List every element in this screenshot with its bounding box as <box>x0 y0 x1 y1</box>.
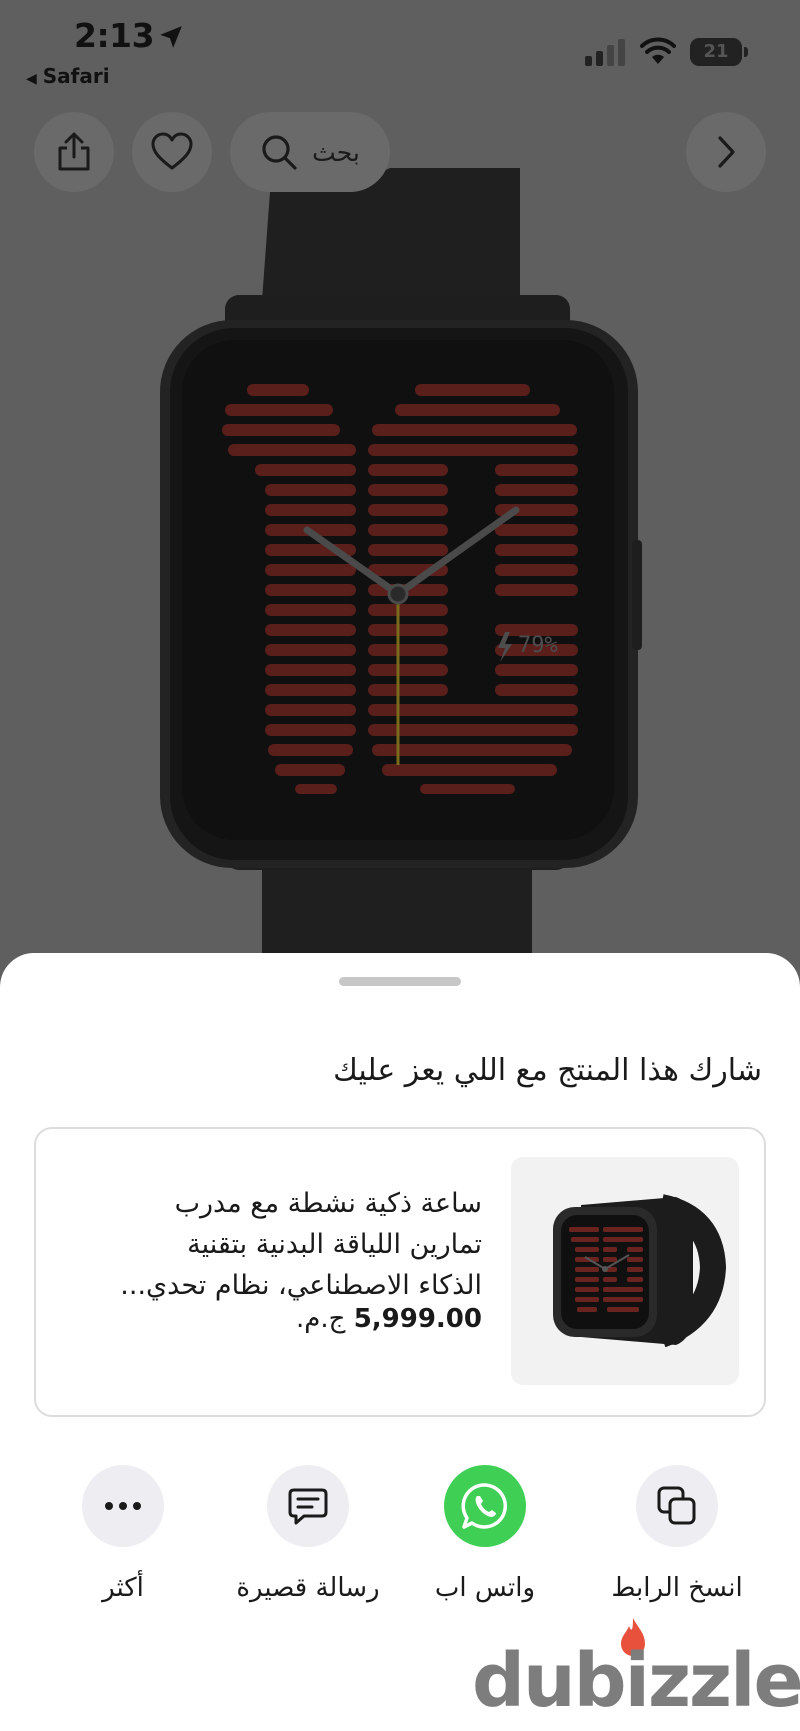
share-option-sms[interactable]: رسالة قصيرة <box>213 1465 403 1603</box>
product-card[interactable]: ساعة ذكية نشطة مع مدرب تمارين اللياقة ال… <box>34 1127 766 1417</box>
favorite-button[interactable] <box>132 112 212 192</box>
share-option-copy-link[interactable]: انسخ الرابط <box>582 1465 772 1603</box>
share-option-more[interactable]: أكثر <box>28 1465 218 1603</box>
product-title-line: تمارين اللياقة البدنية بتقنية <box>187 1229 482 1260</box>
sheet-grabber[interactable] <box>339 977 461 986</box>
share-options: انسخ الرابط واتس اب رسالة قصيرة أكثر <box>0 1465 800 1625</box>
product-title: ساعة ذكية نشطة مع مدرب تمارين اللياقة ال… <box>82 1183 482 1306</box>
dubizzle-watermark: dubizzle <box>472 1616 800 1726</box>
chevron-right-icon <box>718 136 735 168</box>
share-option-whatsapp[interactable]: واتس اب <box>390 1465 580 1603</box>
product-thumbnail <box>511 1157 739 1385</box>
share-option-label: رسالة قصيرة <box>236 1573 380 1603</box>
product-title-line: الذكاء الاصطناعي، نظام تحدي... <box>120 1270 482 1301</box>
share-option-label: أكثر <box>102 1573 144 1603</box>
watch-thumbnail-image <box>553 1194 727 1348</box>
message-icon <box>267 1465 349 1547</box>
heart-icon <box>151 132 193 170</box>
copy-icon <box>636 1465 718 1547</box>
product-image[interactable]: 79% <box>0 0 800 960</box>
product-price: 5,999.00 ج.م. <box>296 1304 482 1334</box>
watermark-text: dubizzle <box>472 1638 800 1724</box>
share-icon <box>58 132 90 171</box>
sheet-title: شارك هذا المنتج مع اللي يعز عليك <box>333 1053 762 1088</box>
share-sheet: شارك هذا المنتج مع اللي يعز عليك ساعة ذك… <box>0 953 800 1731</box>
price-value: 5,999.00 <box>353 1304 482 1334</box>
share-option-label: انسخ الرابط <box>611 1573 743 1603</box>
search-button[interactable]: بحث <box>230 112 390 192</box>
price-currency: ج.م. <box>296 1304 346 1334</box>
product-title-line: ساعة ذكية نشطة مع مدرب <box>174 1188 482 1219</box>
share-button[interactable] <box>34 112 114 192</box>
forward-button[interactable] <box>686 112 766 192</box>
more-icon <box>82 1465 164 1547</box>
whatsapp-icon <box>444 1465 526 1547</box>
search-icon <box>262 135 297 170</box>
watch-battery-text: 79% <box>518 633 558 658</box>
share-option-label: واتس اب <box>434 1573 536 1603</box>
search-label: بحث <box>312 137 360 167</box>
